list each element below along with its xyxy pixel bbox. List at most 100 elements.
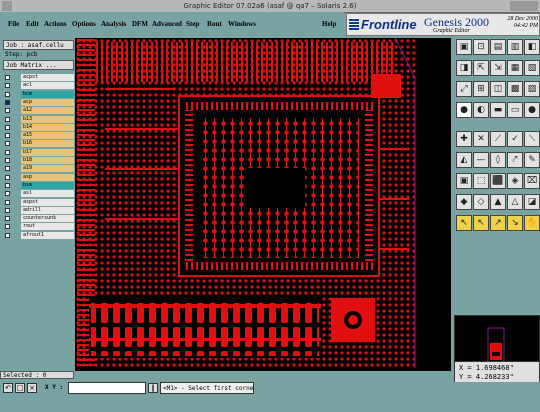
tool-button-pan-1[interactable]: ⊡	[473, 39, 489, 55]
step-label[interactable]: Step: pcb	[3, 50, 76, 60]
tool-button-grid-30[interactable]: ▣	[456, 173, 472, 189]
layer-row-acl[interactable]: acl	[3, 82, 74, 90]
menu-options[interactable]: Options	[72, 20, 96, 28]
pcb-canvas[interactable]	[75, 38, 451, 371]
layer-checkbox[interactable]	[5, 191, 10, 197]
tool-button-pan-13[interactable]: ▩	[507, 81, 523, 97]
tool-button-arrow-28[interactable]: ⤤	[507, 152, 523, 168]
layer-checkbox[interactable]	[5, 166, 10, 172]
tool-button-grid-42[interactable]: ↗	[490, 215, 506, 231]
layer-checkbox[interactable]	[5, 158, 10, 163]
tool-button-cursor-5[interactable]: ◨	[456, 60, 472, 76]
menu-help[interactable]: Help	[322, 20, 336, 28]
layer-name[interactable]: aspst	[21, 198, 74, 206]
tool-button-zoom-26[interactable]: —	[473, 152, 489, 168]
layer-row-b16[interactable]: b16	[3, 140, 74, 148]
layer-row-b13[interactable]: b13	[3, 115, 74, 123]
layer-row-adrill[interactable]: adrill	[3, 206, 74, 214]
cross-icon[interactable]: ×	[27, 383, 37, 393]
undo-icon[interactable]: ↶	[3, 383, 13, 393]
tool-button-grid-36[interactable]: ◇	[473, 194, 489, 210]
layer-row-afrout1[interactable]: afrout1	[3, 231, 74, 239]
layer-name[interactable]: acpst	[21, 74, 74, 81]
tool-button-zoom-38[interactable]: △	[507, 194, 523, 210]
tool-button-cursor-11[interactable]: ⊞	[473, 81, 489, 97]
tool-button-grid-24[interactable]: ⟍	[524, 131, 540, 147]
xy-input[interactable]	[68, 382, 146, 394]
menu-advanced[interactable]: Advanced	[152, 20, 182, 28]
tool-button-window-21[interactable]: ✕	[473, 131, 489, 147]
tool-button-cursor-29[interactable]: ✎	[524, 152, 540, 168]
layer-row-b14[interactable]: b14	[3, 123, 74, 131]
layer-checkbox[interactable]	[5, 149, 10, 155]
layer-row-aspst[interactable]: aspst	[3, 198, 74, 206]
layer-name[interactable]: acl	[21, 82, 74, 90]
tool-button-pan-25[interactable]: ◭	[456, 152, 472, 168]
layer-row-asp[interactable]: asp	[3, 173, 74, 181]
layer-name[interactable]: acp	[21, 98, 74, 106]
layer-row-a15[interactable]: a15	[3, 132, 74, 140]
layer-name[interactable]: b17	[21, 148, 74, 156]
layer-row-a19[interactable]: a19	[3, 165, 74, 173]
layer-checkbox[interactable]	[5, 141, 10, 147]
tool-button-arrow-34[interactable]: ⌧	[524, 173, 540, 189]
layer-row-a12[interactable]: a12	[3, 107, 74, 115]
layer-name[interactable]: a12	[21, 107, 74, 115]
menu-actions[interactable]: Actions	[44, 20, 67, 28]
tool-button-window-39[interactable]: ◪	[524, 194, 540, 210]
menu-rout[interactable]: Rout	[207, 20, 222, 28]
layer-name[interactable]: b18	[21, 157, 74, 164]
window-menu-icon[interactable]	[2, 1, 12, 11]
tool-button-window-3[interactable]: ▥	[507, 39, 523, 55]
menu-step[interactable]: Step	[186, 20, 199, 28]
layer-name[interactable]: b16	[21, 140, 74, 148]
layer-name[interactable]: countersunk	[21, 215, 74, 223]
tool-button-cursor-35[interactable]: ◆	[456, 194, 472, 210]
tool-button-zoom-44[interactable]: ✋	[524, 215, 540, 231]
tool-button-zoom-14[interactable]: ▨	[524, 81, 540, 97]
tool-button-zoom-8[interactable]: ▦	[507, 60, 523, 76]
layer-row-b17[interactable]: b17	[3, 148, 74, 156]
layer-checkbox[interactable]	[5, 124, 10, 130]
layer-name[interactable]: rout	[21, 223, 74, 231]
menu-file[interactable]: File	[8, 20, 19, 28]
job-matrix-button[interactable]: Job Matrix ...	[3, 60, 74, 70]
layer-row-bsm[interactable]: bsm	[3, 181, 74, 189]
layer-name[interactable]: b14	[21, 123, 74, 131]
window-controls[interactable]	[510, 1, 538, 11]
tool-button-pan-31[interactable]: ⬚	[473, 173, 489, 189]
menu-analysis[interactable]: Analysis	[101, 20, 126, 28]
pause-icon[interactable]: ‖	[148, 383, 158, 393]
layer-checkbox[interactable]	[5, 174, 10, 180]
tool-button-zoom-32[interactable]: ⬛	[490, 173, 506, 189]
layer-checkbox[interactable]	[5, 199, 10, 205]
tool-button-window-27[interactable]: ◊	[490, 152, 506, 168]
layer-checkbox[interactable]	[5, 133, 10, 139]
layer-checkbox[interactable]	[5, 91, 10, 97]
tool-button-cursor-41[interactable]: ↖	[473, 215, 489, 231]
layer-name[interactable]: a15	[21, 132, 74, 140]
clear-icon[interactable]: □	[15, 383, 25, 393]
tool-button-cursor-17[interactable]: ▬	[490, 102, 506, 118]
tool-button-arrow-16[interactable]: ◐	[473, 102, 489, 118]
tool-button-arrow-40[interactable]: ↖	[456, 215, 472, 231]
tool-button-window-33[interactable]: ◈	[507, 173, 523, 189]
layer-checkbox[interactable]	[5, 99, 10, 105]
layer-name[interactable]: afrout1	[21, 231, 74, 239]
tool-button-zoom-20[interactable]: ✚	[456, 131, 472, 147]
layer-name[interactable]: a19	[21, 165, 74, 173]
layer-checkbox[interactable]	[5, 75, 10, 80]
tool-button-grid-6[interactable]: ⇱	[473, 60, 489, 76]
layer-name[interactable]: asl	[21, 190, 74, 198]
tool-button-pan-37[interactable]: ▲	[490, 194, 506, 210]
layer-name[interactable]: adrill	[21, 206, 74, 214]
layer-checkbox[interactable]	[5, 224, 10, 230]
layer-checkbox[interactable]	[5, 207, 10, 213]
tool-button-grid-18[interactable]: ▭	[507, 102, 523, 118]
layer-row-asl[interactable]: asl	[3, 190, 74, 198]
tool-button-window-15[interactable]: ●	[456, 102, 472, 118]
layer-row-rout[interactable]: rout	[3, 223, 74, 231]
layer-row-b18[interactable]: b18	[3, 157, 74, 164]
layer-row-acpst[interactable]: acpst	[3, 74, 74, 81]
tool-button-pan-7[interactable]: ⇲	[490, 60, 506, 76]
